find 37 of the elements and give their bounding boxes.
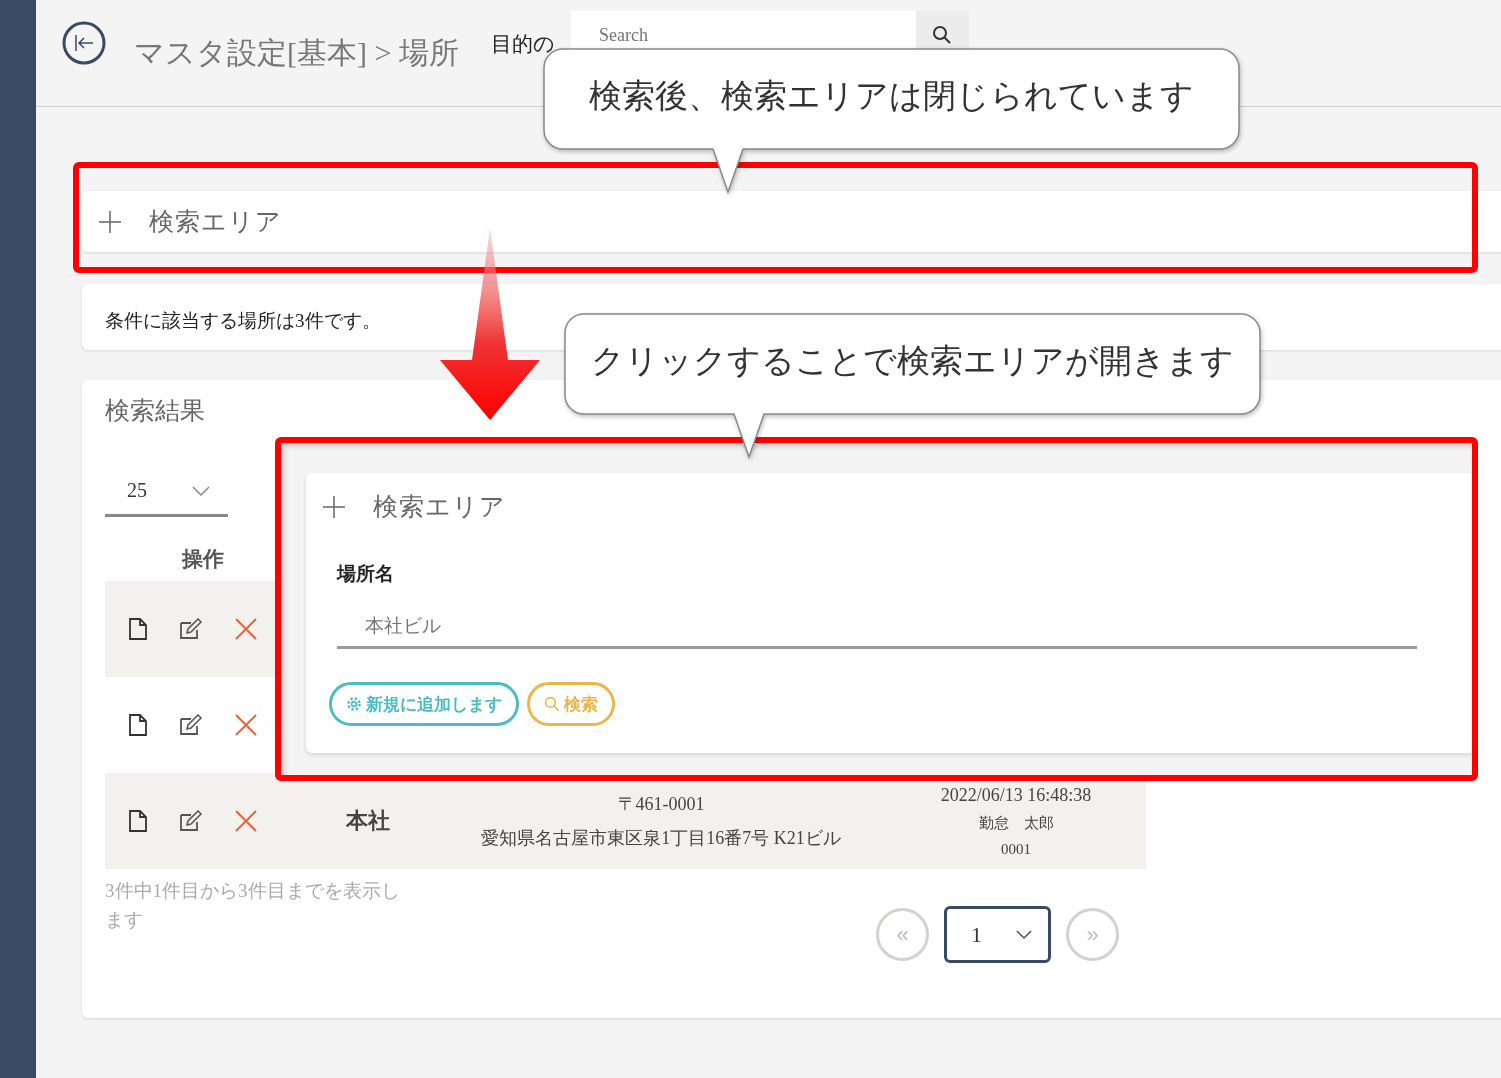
document-icon[interactable] [128, 810, 147, 832]
delete-icon[interactable] [234, 714, 257, 736]
search-area-label: 検索エリア [149, 207, 282, 237]
summary-text: 3件中1件目から3件目までを表示します [105, 879, 400, 932]
address-text: 愛知県名古屋市東区泉1丁目16番7号 K21ビル [481, 827, 841, 850]
edit-icon[interactable] [178, 714, 203, 736]
document-icon[interactable] [128, 618, 147, 640]
edit-icon[interactable] [178, 810, 203, 832]
column-header: 操作 [180, 546, 225, 573]
plus-icon [99, 210, 121, 233]
chevron-down-icon [1016, 930, 1032, 939]
field-label: 場所名 [337, 562, 395, 586]
collapse-icon[interactable] [62, 21, 106, 65]
chevron-down-icon [192, 485, 210, 496]
user-code: 0001 [1001, 840, 1031, 858]
callout-text: クリックすることで検索エリアが開きます [590, 340, 1235, 382]
page-select[interactable]: 1 [944, 906, 1051, 963]
search-area-card[interactable]: 検索エリア [82, 191, 1501, 252]
results-title: 検索結果 [105, 396, 206, 426]
search-icon [544, 696, 560, 712]
page-size-select[interactable]: 25 [105, 467, 228, 517]
callout-text: 検索後、検索エリアは閉じられています [588, 75, 1195, 117]
edit-icon[interactable] [178, 618, 203, 640]
search-label: 目的の [490, 31, 555, 58]
postal-code: 〒461-0001 [617, 793, 705, 816]
gear-icon [346, 696, 362, 712]
result-count-text: 条件に該当する場所は3件です。 [105, 309, 381, 333]
delete-icon[interactable] [234, 810, 257, 832]
delete-icon[interactable] [234, 618, 257, 640]
table-cell-text: 本社 [345, 807, 391, 835]
plus-icon [323, 495, 345, 518]
search-area-label: 検索エリア [373, 492, 506, 522]
page-title: マスタ設定[基本] > 場所 [134, 34, 459, 71]
user-name: 勤怠 太郎 [978, 813, 1054, 833]
updated-date: 2022/06/13 16:48:38 [940, 784, 1092, 806]
search-icon [932, 25, 953, 45]
document-icon[interactable] [128, 714, 147, 736]
